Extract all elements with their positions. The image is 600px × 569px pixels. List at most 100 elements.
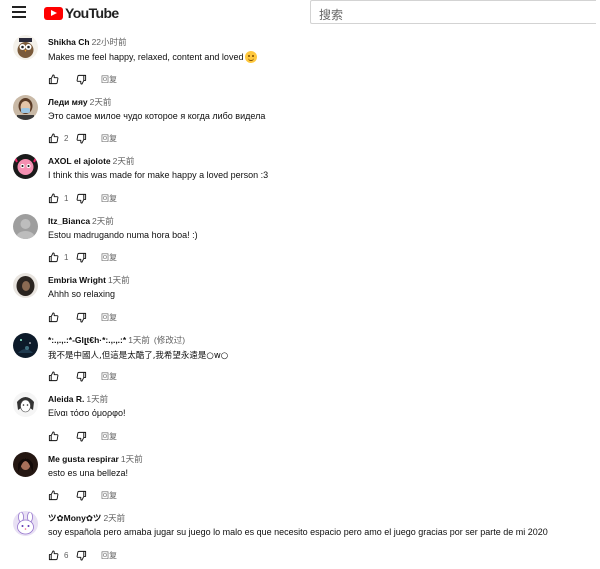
like-button[interactable]: [48, 311, 59, 323]
avatar[interactable]: [13, 154, 38, 179]
comment-actions: 6 回复: [48, 549, 117, 561]
comment-author[interactable]: Me gusta respirar: [48, 454, 119, 464]
like-button[interactable]: [48, 549, 59, 561]
comment-text-row: Makes me feel happy, relaxed, content an…: [48, 51, 258, 63]
thumbs-down-icon: [76, 371, 87, 382]
comment-time[interactable]: 1天前: [128, 335, 150, 345]
like-button[interactable]: [48, 252, 59, 263]
reply-button[interactable]: 回复: [101, 133, 117, 144]
reply-button[interactable]: 回复: [101, 193, 117, 204]
comments-list: Shikha Ch 22小时前 Makes me feel happy, relax…: [0, 33, 600, 569]
reply-button[interactable]: 回复: [101, 74, 117, 85]
dislike-button[interactable]: [76, 252, 87, 263]
comment-header: Aleida R. 1天前: [48, 393, 108, 405]
comment-author[interactable]: *:.,.,.:*-Glլt€h·*:.,.,.:*: [48, 335, 126, 345]
comment-author[interactable]: Shikha Ch: [48, 37, 90, 47]
comment-time[interactable]: 1天前: [86, 394, 108, 404]
comment-header: ツ✿Mony✿ツ 2天前: [48, 512, 125, 524]
like-button[interactable]: [48, 371, 59, 382]
comment-text: esto es una belleza!: [48, 467, 129, 478]
reply-button[interactable]: 回复: [101, 252, 117, 263]
comment-header: Shikha Ch 22小时前: [48, 36, 127, 48]
comment-text: soy española pero amaba jugar su juego l…: [48, 527, 548, 537]
dislike-button[interactable]: [76, 133, 87, 144]
comment-author[interactable]: AXOL el ajolote: [48, 156, 111, 166]
avatar[interactable]: [13, 94, 38, 120]
comment-time[interactable]: 2天前: [113, 156, 135, 166]
avatar[interactable]: [13, 35, 38, 60]
avatar[interactable]: [13, 273, 38, 298]
comment-time[interactable]: 2天前: [90, 97, 112, 107]
reply-button[interactable]: 回复: [101, 550, 117, 561]
thumbs-up-icon: [48, 73, 59, 85]
comment-item: Embria Wright 1天前 Ahhh so relaxing 回复: [0, 271, 600, 331]
reply-button[interactable]: 回复: [101, 431, 117, 442]
thumbs-up-icon: [48, 311, 59, 323]
comment-actions: 回复: [48, 430, 117, 442]
thumbs-down-icon: [76, 193, 87, 204]
comment-time[interactable]: 2天前: [92, 216, 114, 226]
comment-text: I think this was made for make happy a l…: [48, 170, 269, 180]
avatar[interactable]: [13, 451, 38, 477]
comment-author[interactable]: Itz_Bianca: [48, 216, 90, 226]
edited-label: (修改过): [153, 334, 186, 345]
hamburger-menu-icon[interactable]: [12, 6, 26, 18]
like-button[interactable]: [48, 192, 59, 204]
comment-text: Estou madrugando numa hora boa! :): [48, 229, 198, 240]
comment-text-row: soy española pero amaba jugar su juego l…: [48, 527, 548, 537]
reply-button[interactable]: 回复: [101, 312, 117, 323]
search-input[interactable]: 搜索: [310, 0, 596, 24]
like-button[interactable]: [48, 430, 59, 442]
comment-time[interactable]: 2天前: [103, 513, 125, 523]
comment-header: AXOL el ajolote 2天前: [48, 155, 134, 167]
thumbs-up-icon: [48, 371, 59, 382]
avatar[interactable]: [13, 392, 38, 417]
dislike-button[interactable]: [76, 431, 87, 442]
avatar[interactable]: [13, 511, 38, 536]
thumbs-down-icon: [76, 550, 87, 561]
reply-button[interactable]: 回复: [101, 490, 117, 501]
comment-text: Это самое милое чудо которое я когда либ…: [48, 110, 266, 121]
comment-text-row: Это самое милое чудо которое я когда либ…: [48, 111, 265, 121]
comment-author[interactable]: Aleida R.: [48, 394, 84, 404]
comment-text: 我不是中國人,但這是太酷了,我希望永遠是○w○: [48, 350, 229, 361]
like-button[interactable]: [48, 73, 59, 85]
top-bar: YouTube 搜索: [0, 0, 600, 26]
reply-button[interactable]: 回复: [101, 371, 117, 382]
dislike-button[interactable]: [76, 312, 87, 323]
thumbs-up-icon: [48, 252, 59, 263]
comment-time[interactable]: 22小时前: [92, 37, 127, 47]
comment-author[interactable]: Леди мяу: [48, 97, 88, 107]
thumbs-down-icon: [76, 431, 87, 442]
comment-header: *:.,.,.:*-Glլt€h·*:.,.,.:* 1天前 (修改过): [48, 334, 185, 346]
comment-text-row: Είναι τόσο όμορφο!: [48, 408, 125, 418]
comment-header: Embria Wright 1天前: [48, 274, 130, 286]
like-button[interactable]: [48, 133, 59, 144]
dislike-button[interactable]: [76, 490, 87, 501]
avatar[interactable]: [13, 213, 38, 239]
like-count: 1: [64, 253, 69, 262]
thumbs-down-icon: [76, 252, 87, 263]
like-button[interactable]: [48, 490, 59, 501]
thumbs-up-icon: [48, 490, 59, 501]
comment-author[interactable]: ツ✿Mony✿ツ: [48, 513, 101, 523]
comment-item: Shikha Ch 22小时前 Makes me feel happy, relax…: [0, 33, 600, 93]
dislike-button[interactable]: [76, 193, 87, 204]
youtube-logo[interactable]: YouTube: [44, 4, 119, 22]
dislike-button[interactable]: [76, 371, 87, 382]
comment-actions: 回复: [48, 490, 117, 502]
avatar[interactable]: [13, 332, 38, 358]
comment-text-row: Ahhh so relaxing: [48, 289, 115, 299]
comment-item: AXOL el ajolote 2天前 I think this was made …: [0, 152, 600, 212]
thumbs-up-icon: [48, 192, 59, 204]
dislike-button[interactable]: [76, 74, 87, 85]
logo-text: YouTube: [65, 5, 119, 21]
comment-author[interactable]: Embria Wright: [48, 275, 106, 285]
like-count: 2: [64, 134, 69, 143]
like-count: 6: [64, 550, 69, 560]
comment-item: *:.,.,.:*-Glլt€h·*:.,.,.:* 1天前 (修改过) 我不是中國人…: [0, 331, 600, 391]
dislike-button[interactable]: [76, 550, 87, 561]
comment-time[interactable]: 1天前: [108, 275, 130, 285]
comment-actions: 回复: [48, 371, 117, 383]
comment-time[interactable]: 1天前: [121, 454, 143, 464]
